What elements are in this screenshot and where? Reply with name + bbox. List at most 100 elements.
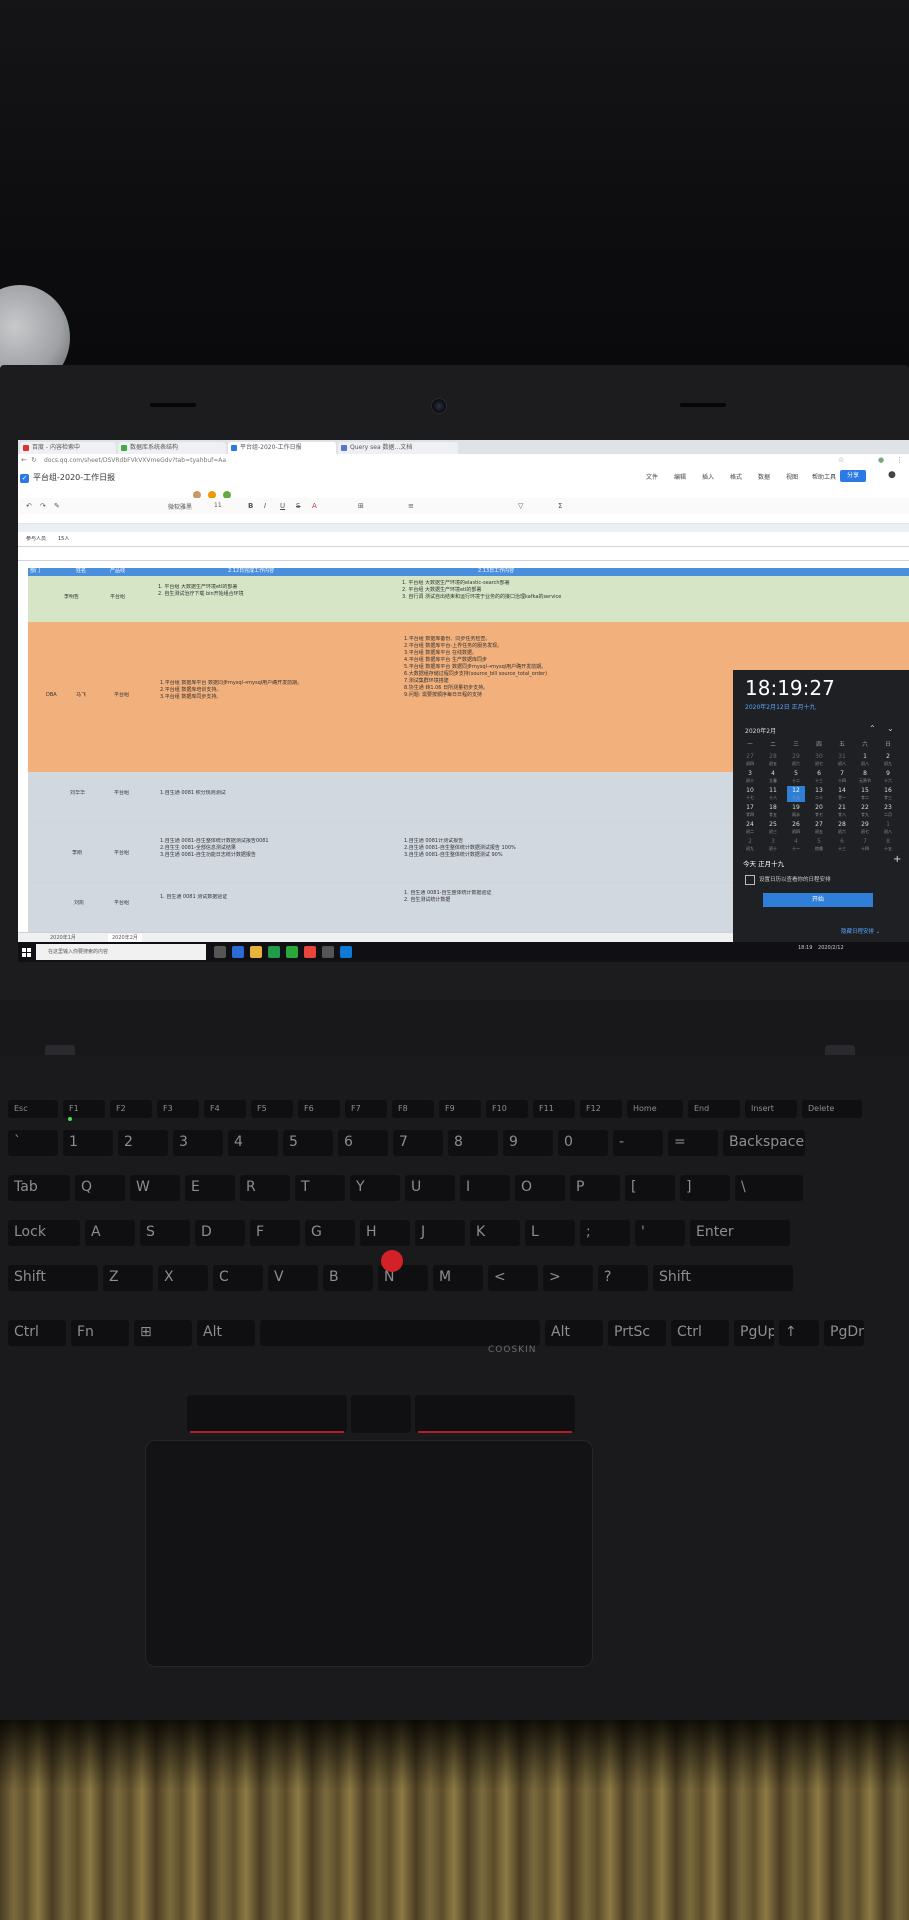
letter-key[interactable]: [ — [625, 1175, 675, 1201]
calendar-day[interactable]: 30 初七 — [810, 752, 828, 768]
row-plan[interactable]: 1.平台组 数据库备份、同步任务检查。 2.平台组 数据库平台-上界任务的服务发… — [404, 636, 664, 766]
calendar-day[interactable]: 13 二十 — [810, 786, 828, 802]
letter-key[interactable]: P — [570, 1175, 620, 1201]
menu-data[interactable]: 数据 — [758, 472, 770, 481]
function-key[interactable]: F9 — [439, 1100, 481, 1118]
calendar-day[interactable]: 4 十一 — [787, 837, 805, 853]
calendar-day[interactable]: 5 惊蛰 — [810, 837, 828, 853]
letter-key[interactable]: Z — [103, 1265, 153, 1291]
calendar-day[interactable]: 16 廿三 — [879, 786, 897, 802]
letter-key[interactable]: Y — [350, 1175, 400, 1201]
number-key[interactable]: 6 — [338, 1130, 388, 1156]
function-key[interactable]: F2 — [110, 1100, 152, 1118]
number-key[interactable]: 1 — [63, 1130, 113, 1156]
row-done[interactable]: 1.自生通 0081-自生整体统计数据测试报告0081 2.自生生 0081-全… — [160, 838, 390, 866]
calendar-day[interactable]: 6 十三 — [810, 769, 828, 785]
browser-tab-2[interactable]: 数据库系统表结构 — [118, 442, 226, 454]
function-key[interactable]: End — [688, 1100, 740, 1118]
calendar-month-label[interactable]: 2020年2月 — [745, 726, 776, 735]
number-key[interactable]: = — [668, 1130, 718, 1156]
calendar-day[interactable]: 29 初六 — [787, 752, 805, 768]
letter-key[interactable]: > — [543, 1265, 593, 1291]
function-key[interactable]: F6 — [298, 1100, 340, 1118]
sum-icon[interactable]: Σ — [558, 502, 562, 510]
bookmark-icon[interactable]: ☆ — [838, 456, 844, 464]
avatar[interactable]: ● — [888, 470, 896, 480]
edge-icon[interactable] — [232, 946, 244, 958]
calendar-day[interactable]: 3 初十 — [764, 837, 782, 853]
letter-key[interactable]: D — [195, 1220, 245, 1246]
row-name[interactable]: 李刚 — [72, 850, 82, 857]
calendar-day[interactable]: 22 廿九 — [856, 803, 874, 819]
letter-key[interactable]: Tab — [8, 1175, 70, 1201]
task-view-icon[interactable] — [214, 946, 226, 958]
browser-tab-3[interactable]: 平台组-2020-工作日报 — [228, 442, 336, 454]
calendar-day[interactable]: 27 初四 — [741, 752, 759, 768]
letter-key[interactable]: T — [295, 1175, 345, 1201]
number-key[interactable]: 3 — [173, 1130, 223, 1156]
calendar-day[interactable]: 4 立春 — [764, 769, 782, 785]
number-key[interactable]: 5 — [283, 1130, 333, 1156]
letter-key[interactable]: Lock — [8, 1220, 80, 1246]
menu-format[interactable]: 格式 — [730, 472, 742, 481]
number-key[interactable]: 4 — [228, 1130, 278, 1156]
letter-key[interactable]: Shift — [653, 1265, 793, 1291]
calendar-day[interactable]: 8 十五 — [879, 837, 897, 853]
function-key[interactable]: F10 — [486, 1100, 528, 1118]
sheet-tab-jan[interactable]: 2020年1月 — [46, 934, 80, 942]
letter-key[interactable]: W — [130, 1175, 180, 1201]
tray-date[interactable]: 2020/2/12 — [818, 945, 844, 951]
letter-key[interactable]: Enter — [690, 1220, 790, 1246]
excel-icon[interactable] — [268, 946, 280, 958]
letter-key[interactable]: J — [415, 1220, 465, 1246]
menu-tools[interactable]: 帮助工具 — [812, 472, 836, 481]
calendar-day[interactable]: 18 廿五 — [764, 803, 782, 819]
calendar-day[interactable]: 11 十八 — [764, 786, 782, 802]
font-size-select[interactable]: 11 — [214, 502, 222, 509]
function-key[interactable]: F5 — [251, 1100, 293, 1118]
function-key[interactable]: Delete — [802, 1100, 862, 1118]
letter-key[interactable]: ; — [580, 1220, 630, 1246]
modifier-key[interactable]: Ctrl — [671, 1320, 729, 1346]
redo-icon[interactable]: ↷ — [40, 502, 46, 510]
docs-logo-icon[interactable]: ✓ — [20, 474, 29, 483]
number-key[interactable]: 7 — [393, 1130, 443, 1156]
modifier-key[interactable]: Fn — [71, 1320, 129, 1346]
letter-key[interactable]: Q — [75, 1175, 125, 1201]
chrome-icon[interactable] — [304, 946, 316, 958]
calendar-day[interactable]: 24 初二 — [741, 820, 759, 836]
calendar-day[interactable]: 2 初九 — [741, 837, 759, 853]
function-key[interactable]: F8 — [392, 1100, 434, 1118]
align-icon[interactable]: ≡ — [408, 502, 414, 510]
tray-time[interactable]: 18:19 — [798, 945, 812, 951]
touchpad[interactable] — [145, 1440, 593, 1667]
letter-key[interactable]: ? — [598, 1265, 648, 1291]
letter-key[interactable]: S — [140, 1220, 190, 1246]
row-done[interactable]: 1.平台组 数据库平台 数据同步mysql→mysql用户确开发前期。 2.平台… — [160, 680, 390, 720]
bold-icon[interactable]: B — [248, 502, 253, 510]
calendar-day[interactable]: 2 初九 — [879, 752, 897, 768]
calendar-day[interactable]: 3 初十 — [741, 769, 759, 785]
underline-icon[interactable]: U — [280, 502, 285, 510]
font-select[interactable]: 微软雅黑 — [168, 502, 192, 511]
row-line[interactable]: 平台组 — [114, 850, 129, 857]
strikethrough-icon[interactable]: S — [296, 502, 300, 510]
modifier-key[interactable] — [260, 1320, 540, 1346]
function-key[interactable]: Home — [627, 1100, 683, 1118]
calendar-day[interactable]: 19 雨水 — [787, 803, 805, 819]
letter-key[interactable]: A — [85, 1220, 135, 1246]
number-key[interactable]: ` — [8, 1130, 58, 1156]
hide-agenda-link[interactable]: 隐藏日程安排 ⌄ — [841, 927, 880, 935]
row-plan[interactable]: 1. 平台组 大数据生产环境的elastic-search部署 2. 平台组 大… — [402, 580, 662, 620]
letter-key[interactable]: C — [213, 1265, 263, 1291]
modifier-key[interactable]: Ctrl — [8, 1320, 66, 1346]
calendar-day-today[interactable]: 12 十九 — [787, 786, 805, 802]
modifier-key[interactable]: ↑ — [779, 1320, 819, 1346]
modifier-key[interactable]: Alt — [545, 1320, 603, 1346]
row-line[interactable]: 平台组 — [114, 900, 129, 907]
modifier-key[interactable]: ⊞ — [134, 1320, 192, 1346]
row-line[interactable]: 平台组 — [114, 692, 129, 699]
calendar-day[interactable]: 7 十四 — [856, 837, 874, 853]
reload-icon[interactable]: ↻ — [31, 456, 37, 464]
url-field[interactable]: docs.qq.com/sheet/DSVRdbFVkVXVmeGdv?tab=… — [44, 456, 226, 466]
